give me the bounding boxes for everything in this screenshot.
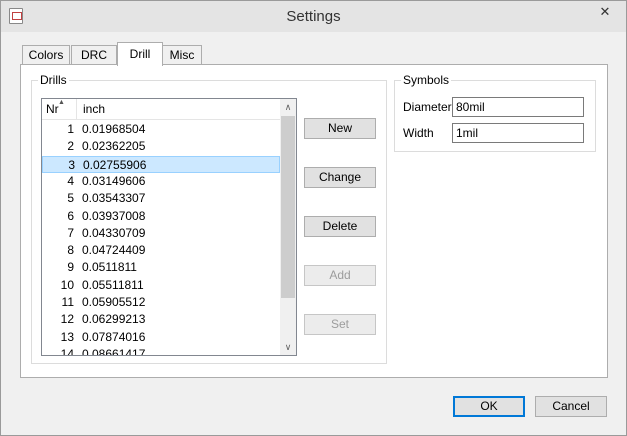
column-header-nr-label: Nr: [46, 102, 59, 116]
list-item[interactable]: 3 0.02755906: [42, 155, 280, 173]
list-item[interactable]: 11 0.05905512: [42, 294, 280, 311]
drill-inch-value: 0.05511811: [82, 277, 144, 292]
cancel-button[interactable]: Cancel: [535, 396, 607, 417]
drill-inch-value: 0.03149606: [82, 173, 146, 188]
drill-nr: 3: [68, 157, 75, 172]
drill-nr: 2: [67, 139, 74, 154]
list-item[interactable]: 13 0.07874016: [42, 329, 280, 346]
vertical-scrollbar[interactable]: ∧ ∨: [280, 99, 296, 355]
list-item[interactable]: 4 0.03149606: [42, 173, 280, 190]
drill-inch-value: 0.08661417: [82, 346, 146, 356]
list-item[interactable]: 1 0.01968504: [42, 121, 280, 138]
scroll-down-icon[interactable]: ∨: [280, 339, 296, 355]
drill-inch-value: 0.0511811: [82, 260, 137, 275]
set-button[interactable]: Set: [304, 314, 376, 335]
list-item[interactable]: 5 0.03543307: [42, 190, 280, 207]
width-field[interactable]: [452, 123, 584, 143]
drill-inch-value: 0.03543307: [82, 191, 146, 206]
drill-nr: 10: [60, 277, 74, 292]
drill-nr: 6: [67, 208, 74, 223]
tab-colors[interactable]: Colors: [22, 45, 70, 65]
drill-nr: 4: [67, 173, 74, 188]
tab-drill[interactable]: Drill: [117, 42, 163, 66]
drill-inch-value: 0.01968504: [82, 122, 146, 136]
new-button[interactable]: New: [304, 118, 376, 139]
column-header-inch[interactable]: inch: [78, 99, 278, 120]
drill-nr: 8: [67, 243, 74, 258]
drill-inch-value: 0.07874016: [82, 329, 146, 344]
list-item[interactable]: 7 0.04330709: [42, 225, 280, 242]
add-button[interactable]: Add: [304, 265, 376, 286]
change-button[interactable]: Change: [304, 167, 376, 188]
list-item[interactable]: 9 0.0511811: [42, 259, 280, 276]
drill-nr: 7: [67, 225, 74, 240]
drill-nr: 14: [60, 346, 74, 356]
drills-list[interactable]: ▲ Nr inch 1 0.01968504 2 0.02362205 3 0.02755…: [41, 98, 297, 356]
drill-inch-value: 0.05905512: [82, 295, 146, 309]
close-icon[interactable]: ✕: [587, 2, 623, 22]
drill-nr: 12: [60, 312, 74, 327]
list-item[interactable]: 12 0.06299213: [42, 311, 280, 328]
diameter-label: Diameter: [403, 100, 452, 114]
drill-nr: 9: [67, 260, 74, 275]
diameter-field[interactable]: [452, 97, 584, 117]
drill-nr: 5: [67, 191, 74, 206]
delete-button[interactable]: Delete: [304, 216, 376, 237]
drill-inch-value: 0.06299213: [82, 312, 146, 327]
column-header-nr[interactable]: ▲ Nr: [42, 99, 77, 120]
drill-inch-value: 0.02755906: [83, 157, 147, 172]
tab-misc[interactable]: Misc: [162, 45, 202, 65]
list-item[interactable]: 2 0.02362205: [42, 138, 280, 155]
list-header: ▲ Nr inch: [42, 99, 280, 120]
sort-ascending-icon: ▲: [58, 99, 65, 106]
list-item[interactable]: 6 0.03937008: [42, 208, 280, 225]
width-label: Width: [403, 126, 434, 140]
tab-drc[interactable]: DRC: [71, 45, 117, 65]
drill-nr: 1: [67, 122, 74, 136]
symbols-group-title: Symbols: [401, 73, 452, 87]
drill-nr: 13: [60, 329, 74, 344]
list-item[interactable]: 14 0.08661417: [42, 346, 280, 356]
title-bar: Settings ✕: [1, 1, 626, 32]
drill-inch-value: 0.04330709: [82, 225, 146, 240]
drill-nr: 11: [61, 295, 74, 309]
ok-button[interactable]: OK: [453, 396, 525, 417]
scroll-up-icon[interactable]: ∧: [280, 99, 296, 115]
drill-inch-value: 0.03937008: [82, 208, 146, 223]
window-title: Settings: [286, 8, 341, 25]
settings-window: Settings ✕ Colors DRC Drill Misc Drills …: [0, 0, 627, 436]
scrollbar-thumb[interactable]: [281, 116, 295, 298]
list-item[interactable]: 10 0.05511811: [42, 277, 280, 294]
drill-inch-value: 0.04724409: [82, 243, 146, 258]
drill-inch-value: 0.02362205: [82, 139, 146, 154]
list-item[interactable]: 8 0.04724409: [42, 242, 280, 259]
drills-group-title: Drills: [38, 73, 69, 87]
